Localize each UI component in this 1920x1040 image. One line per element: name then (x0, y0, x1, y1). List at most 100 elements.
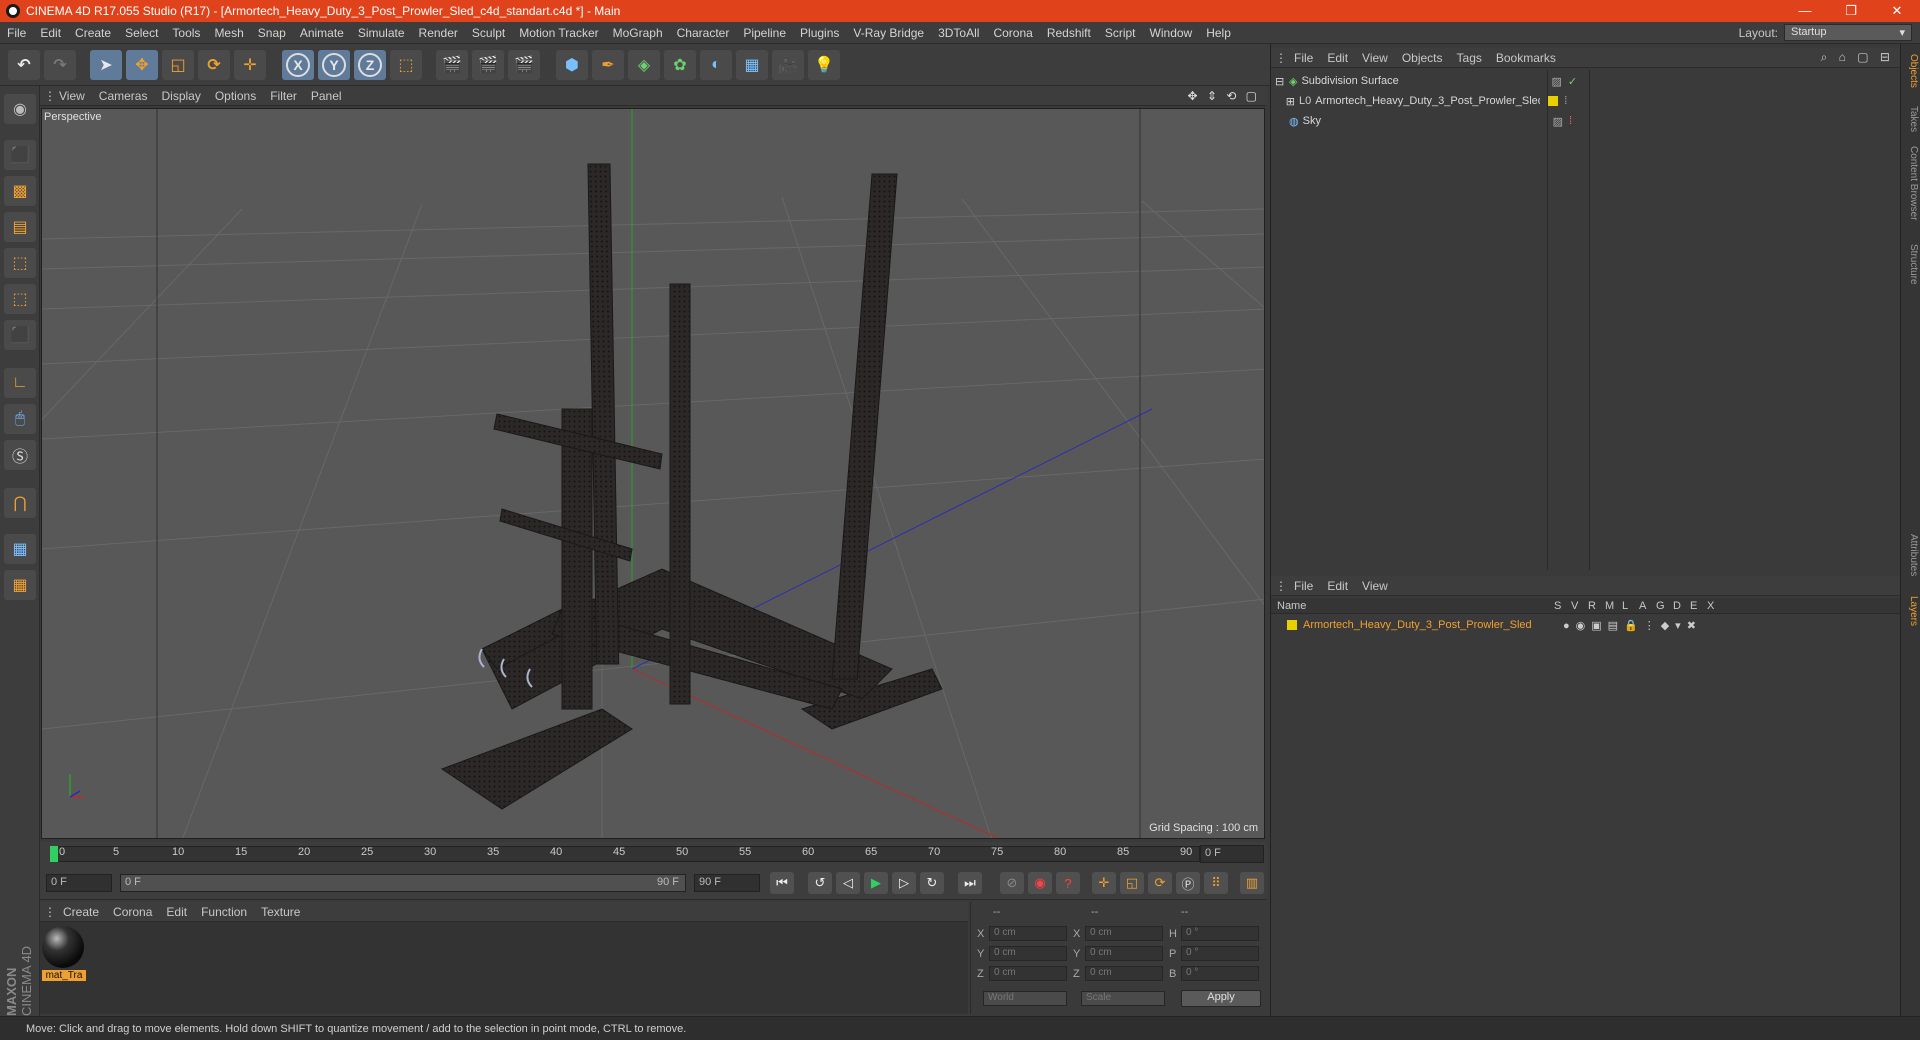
visibility-dots-icon[interactable]: ▨ (1553, 115, 1563, 128)
edit-render-settings-button[interactable]: 🎬 (508, 50, 540, 80)
y-axis-button[interactable]: Y (318, 50, 350, 80)
x-axis-button[interactable]: X (282, 50, 314, 80)
playhead[interactable] (50, 846, 58, 862)
axis-mode-button[interactable]: ∟ (4, 368, 36, 398)
deformer-button[interactable]: ◐ (700, 50, 732, 80)
autokey-button[interactable]: ◉ (1028, 872, 1052, 894)
next-key-button[interactable]: ↻ (920, 872, 944, 894)
viewport-menu-view[interactable]: View (52, 89, 92, 103)
maximize-button[interactable]: ❐ (1828, 3, 1874, 19)
menu-motion-tracker[interactable]: Motion Tracker (512, 26, 605, 40)
tab-objects[interactable]: Objects (1903, 54, 1919, 88)
redo-button[interactable]: ↷ (44, 50, 76, 80)
undo-button[interactable]: ↶ (8, 50, 40, 80)
end-frame-field[interactable]: 90 F (694, 874, 760, 892)
points-mode-button[interactable]: ⬚ (4, 248, 36, 278)
tab-takes[interactable]: Takes (1903, 106, 1919, 132)
rotation-h-field[interactable]: 0 ° (1181, 926, 1259, 941)
object-row-subdivision[interactable]: ⊟ ◈ Subdivision Surface ▨ ✓ (1275, 72, 1895, 90)
menu-animate[interactable]: Animate (293, 26, 351, 40)
visibility-dots-icon[interactable]: ⁞ (1564, 95, 1567, 107)
menu-plugins[interactable]: Plugins (793, 26, 846, 40)
move-tool-button[interactable]: ✥ (126, 50, 158, 80)
make-editable-button[interactable]: ◉ (4, 94, 36, 124)
floor-object-button[interactable]: ▦ (736, 50, 768, 80)
objects-menu-tags[interactable]: Tags (1450, 51, 1489, 65)
edges-mode-button[interactable]: ⬚ (4, 284, 36, 314)
mograph-cloner-button[interactable]: ✿ (664, 50, 696, 80)
rotation-b-field[interactable]: 0 ° (1181, 966, 1259, 981)
menu-script[interactable]: Script (1098, 26, 1143, 40)
close-button[interactable]: ✕ (1874, 3, 1920, 19)
solo-button[interactable]: Ⓢ (4, 440, 36, 470)
menu-render[interactable]: Render (412, 26, 465, 40)
menu-select[interactable]: Select (118, 26, 165, 40)
scale-tool-button[interactable]: ◱ (162, 50, 194, 80)
timeline-window-button[interactable]: ▥ (1240, 872, 1264, 894)
material-menu-create[interactable]: Create (56, 905, 106, 919)
position-x-field[interactable]: 0 cm (989, 926, 1067, 941)
menu-edit[interactable]: Edit (33, 26, 68, 40)
menu-corona[interactable]: Corona (986, 26, 1039, 40)
material-menu-function[interactable]: Function (194, 905, 254, 919)
rotation-p-field[interactable]: 0 ° (1181, 946, 1259, 961)
rotate-tool-button[interactable]: ⟳ (198, 50, 230, 80)
menu-3dtoall[interactable]: 3DToAll (931, 26, 986, 40)
record-keys-button[interactable]: ⊘ (1000, 872, 1024, 894)
minimize-button[interactable]: — (1782, 3, 1828, 19)
start-frame-field[interactable]: 0 F (46, 874, 112, 892)
layers-menu-view[interactable]: View (1355, 579, 1395, 593)
timeline-ruler[interactable]: 0 5 10 15 20 25 30 35 40 45 50 55 60 65 … (40, 842, 1266, 866)
locked-workplane-button[interactable]: ▦ (4, 534, 36, 564)
polygons-mode-button[interactable]: ⬛ (4, 320, 36, 350)
menu-mograph[interactable]: MoGraph (606, 26, 670, 40)
object-row-sky[interactable]: ◍ Sky ▨ ⁞ (1275, 112, 1895, 130)
layer-toggle-icons[interactable]: ●◉▣▤🔒⋮◆▾✖ (1563, 619, 1702, 632)
render-to-picture-viewer-button[interactable]: 🎬 (472, 50, 504, 80)
position-y-field[interactable]: 0 cm (989, 946, 1067, 961)
viewport-menu-panel[interactable]: Panel (304, 89, 349, 103)
layer-row[interactable]: Armortech_Heavy_Duty_3_Post_Prowler_Sled… (1275, 616, 1895, 634)
menu-pipeline[interactable]: Pipeline (736, 26, 793, 40)
viewport-menu-display[interactable]: Display (154, 89, 207, 103)
render-view-button[interactable]: 🎬 (436, 50, 468, 80)
menu-mesh[interactable]: Mesh (207, 26, 250, 40)
live-selection-button[interactable]: ➤ (90, 50, 122, 80)
play-button[interactable]: ▶ (864, 872, 888, 894)
layers-menu-file[interactable]: File (1287, 579, 1320, 593)
keyframe-selection-button[interactable]: ? (1056, 872, 1080, 894)
pen-spline-button[interactable]: ✒ (592, 50, 624, 80)
model-mode-button[interactable]: ⬛ (4, 140, 36, 170)
menu-file[interactable]: File (0, 26, 33, 40)
tab-attributes[interactable]: Attributes (1903, 534, 1919, 576)
camera-object-button[interactable]: 🎥 (772, 50, 804, 80)
position-key-button[interactable]: ✛ (1092, 872, 1116, 894)
objects-menu-view[interactable]: View (1355, 51, 1395, 65)
point-level-key-button[interactable]: ⠿ (1204, 872, 1228, 894)
rotation-key-button[interactable]: ⟳ (1148, 872, 1172, 894)
material-swatch[interactable]: mat_Tra (42, 926, 86, 984)
current-frame-field[interactable]: 0 F (1200, 845, 1264, 863)
layers-menu-edit[interactable]: Edit (1320, 579, 1355, 593)
viewport-menu-options[interactable]: Options (208, 89, 263, 103)
apply-button[interactable]: Apply (1181, 990, 1261, 1007)
size-z-field[interactable]: 0 cm (1085, 966, 1163, 981)
menu-tools[interactable]: Tools (165, 26, 207, 40)
menu-sculpt[interactable]: Sculpt (465, 26, 512, 40)
recent-tool-button[interactable]: ✛ (234, 50, 266, 80)
object-row-sled[interactable]: ⊞ L0 Armortech_Heavy_Duty_3_Post_Prowler… (1275, 92, 1895, 110)
layout-dropdown[interactable]: Startup ▾ (1784, 24, 1912, 41)
size-x-field[interactable]: 0 cm (1085, 926, 1163, 941)
enabled-check-icon[interactable]: ✓ (1568, 75, 1577, 88)
menu-help[interactable]: Help (1199, 26, 1238, 40)
perspective-viewport[interactable]: Perspective Grid Spacing : 100 cm (41, 108, 1265, 839)
tweak-mode-button[interactable]: 🖱 (4, 404, 36, 434)
next-frame-button[interactable]: ▷ (892, 872, 916, 894)
menu-snap[interactable]: Snap (251, 26, 293, 40)
size-y-field[interactable]: 0 cm (1085, 946, 1163, 961)
workplane-mode-button[interactable]: ▤ (4, 212, 36, 242)
position-z-field[interactable]: 0 cm (989, 966, 1067, 981)
go-to-start-button[interactable]: ⏮ (770, 872, 794, 894)
menu-window[interactable]: Window (1143, 26, 1200, 40)
coordinate-system-button[interactable]: ⬚ (390, 50, 422, 80)
